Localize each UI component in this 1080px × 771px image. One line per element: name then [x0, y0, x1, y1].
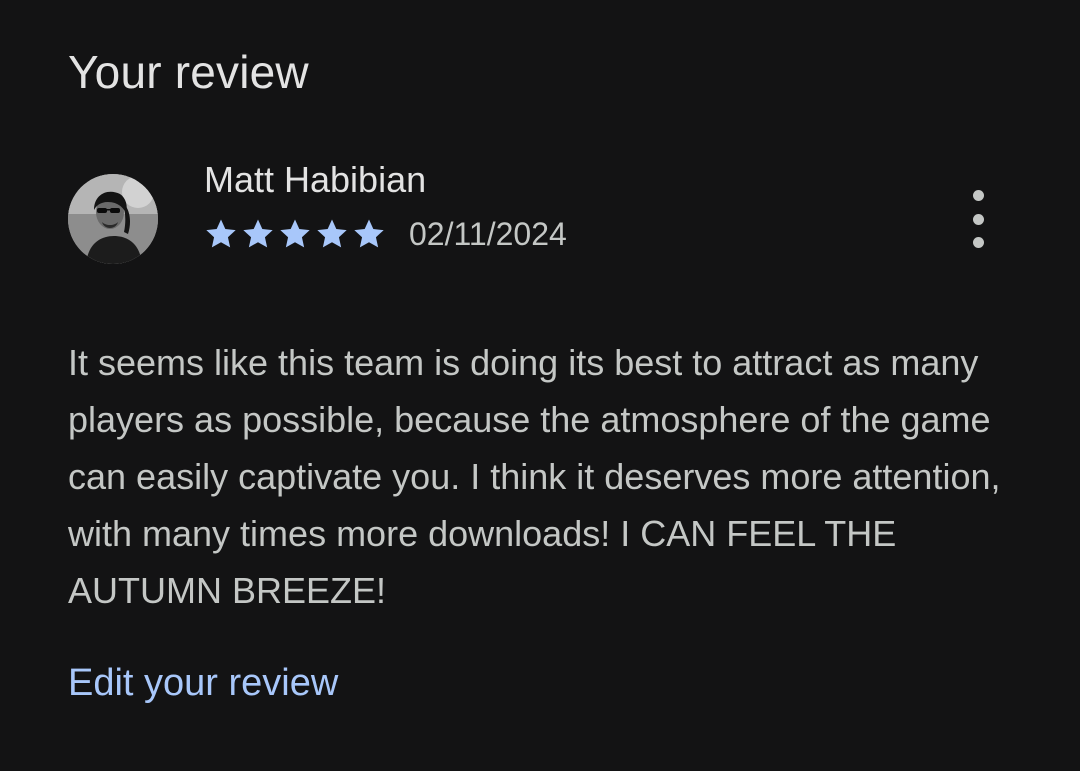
star-icon	[280, 219, 310, 248]
avatar-photo	[68, 174, 158, 264]
reviewer-name: Matt Habibian	[204, 159, 427, 200]
review-date: 02/11/2024	[409, 216, 567, 252]
rating-row: 02/11/2024	[204, 212, 567, 256]
star-icon	[317, 219, 347, 248]
edit-review-link[interactable]: Edit your review	[68, 658, 338, 708]
review-text: It seems like this team is doing its bes…	[68, 342, 1001, 611]
avatar[interactable]	[68, 174, 158, 264]
section-title: Your review	[68, 46, 309, 98]
more-options-button[interactable]	[958, 190, 998, 248]
star-rating	[204, 217, 389, 251]
star-icon	[206, 219, 236, 248]
more-vert-icon	[972, 190, 984, 201]
more-vert-icon	[972, 237, 984, 248]
star-icon	[243, 219, 273, 248]
star-icon	[354, 219, 384, 248]
more-vert-icon	[972, 213, 984, 225]
